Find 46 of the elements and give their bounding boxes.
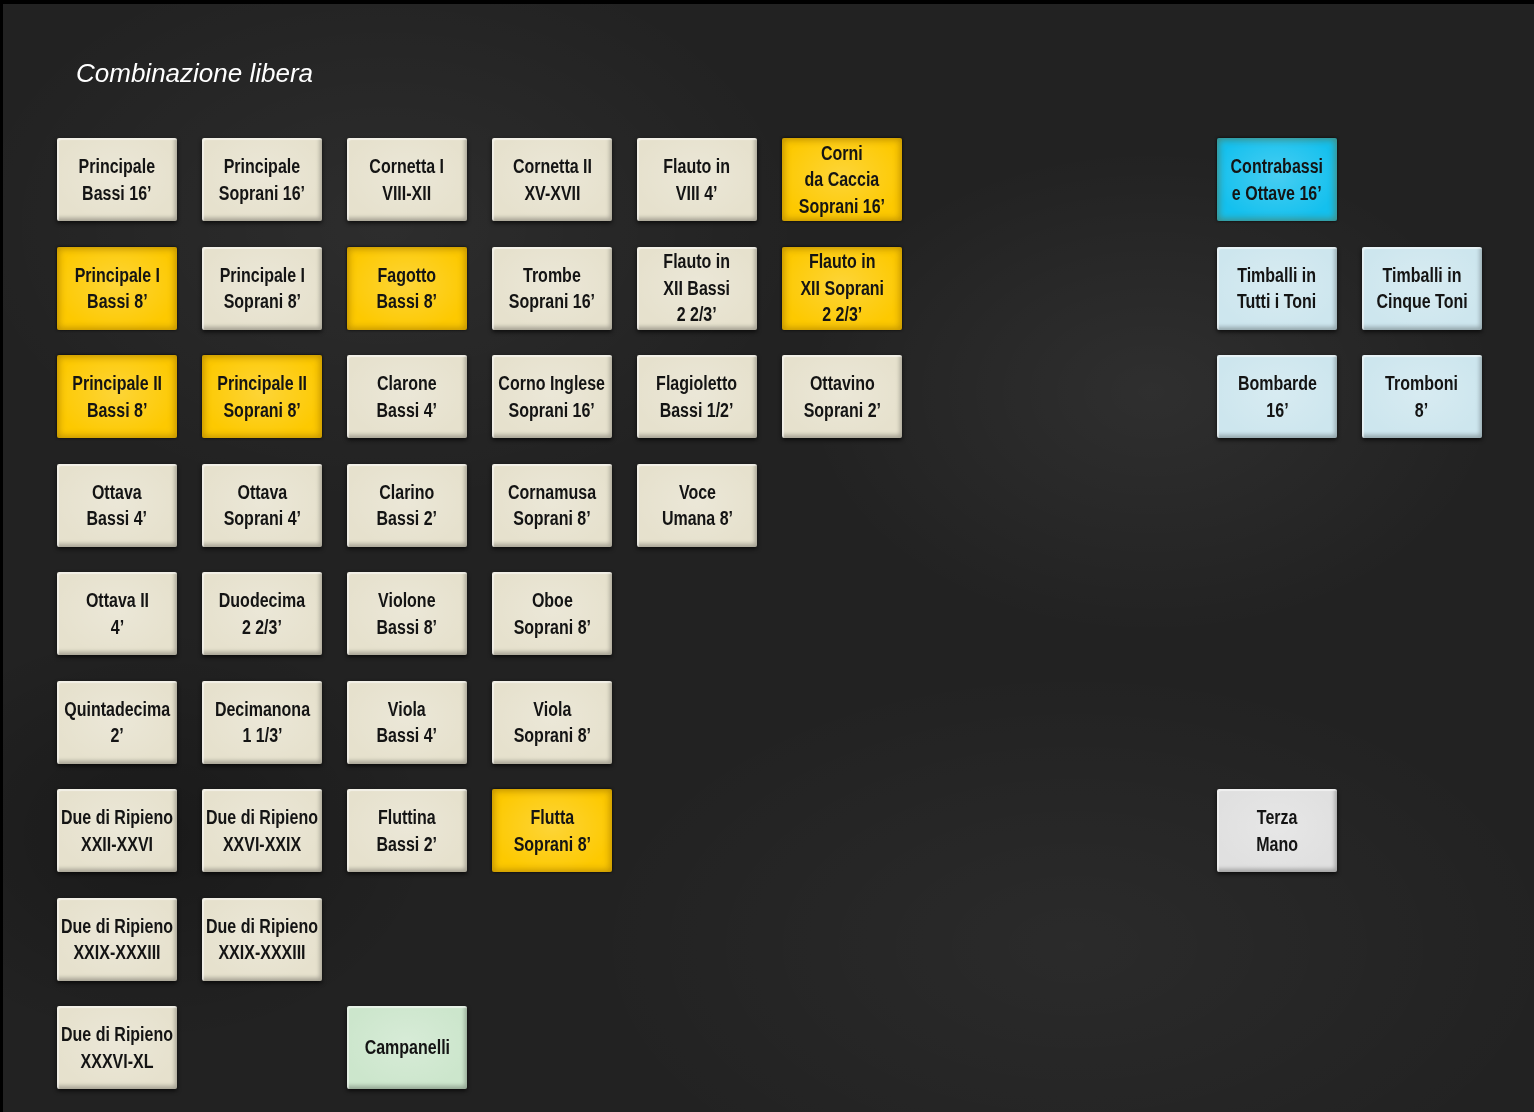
stop-button[interactable]: Due di Ripieno XXIX-XXXIII: [57, 897, 177, 981]
stop-button[interactable]: Bombarde 16’: [1217, 355, 1337, 438]
stop-button[interactable]: Violone Bassi 8’: [347, 572, 467, 655]
stop-button[interactable]: Corni da Caccia Soprani 16’: [782, 138, 902, 221]
stop-button[interactable]: Flutta Soprani 8’: [492, 789, 612, 872]
stop-button[interactable]: Principale Soprani 16’: [202, 138, 322, 221]
stop-button[interactable]: Ottavino Soprani 2’: [782, 355, 902, 438]
stop-button[interactable]: Timballi in Tutti i Toni: [1217, 246, 1337, 330]
stop-button[interactable]: Corno Inglese Soprani 16’: [492, 355, 612, 438]
stop-button[interactable]: Ottava Bassi 4’: [57, 463, 177, 547]
stop-button[interactable]: Flauto in XII Bassi 2 2/3’: [637, 246, 757, 330]
stop-button[interactable]: Ottava Soprani 4’: [202, 463, 322, 547]
stop-button[interactable]: Timballi in Cinque Toni: [1362, 246, 1482, 330]
page-title: Combinazione libera: [76, 57, 314, 90]
stop-button[interactable]: Cornamusa Soprani 8’: [492, 463, 612, 547]
stop-button[interactable]: Contrabassi e Ottave 16’: [1217, 138, 1337, 221]
stop-button[interactable]: Viola Soprani 8’: [492, 680, 612, 764]
stop-button[interactable]: Trombe Soprani 16’: [492, 246, 612, 330]
stop-button[interactable]: Due di Ripieno XXVI-XXIX: [202, 789, 322, 872]
stop-button[interactable]: Cornetta II XV-XVII: [492, 138, 612, 221]
stop-button[interactable]: Flauto in XII Soprani 2 2/3’: [782, 246, 902, 330]
stop-button[interactable]: Clarone Bassi 4’: [347, 355, 467, 438]
stop-button[interactable]: Duodecima 2 2/3’: [202, 572, 322, 655]
stop-button[interactable]: Ottava II 4’: [57, 572, 177, 655]
stop-button[interactable]: Cornetta I VIII-XII: [347, 138, 467, 221]
stop-button[interactable]: Due di Ripieno XXIX-XXXIII: [202, 897, 322, 981]
stop-button[interactable]: Due di Ripieno XXII-XXVI: [57, 789, 177, 872]
stop-button[interactable]: Quintadecima 2’: [57, 680, 177, 764]
stop-button[interactable]: Tromboni 8’: [1362, 355, 1482, 438]
stop-button[interactable]: Principale II Soprani 8’: [202, 355, 322, 438]
stop-button[interactable]: Flagioletto Bassi 1/2’: [637, 355, 757, 438]
stop-button[interactable]: Clarino Bassi 2’: [347, 463, 467, 547]
stop-button[interactable]: Principale I Bassi 8’: [57, 246, 177, 330]
stop-button[interactable]: Decimanona 1 1/3’: [202, 680, 322, 764]
stop-button[interactable]: Terza Mano: [1217, 789, 1337, 872]
stop-button[interactable]: Fluttina Bassi 2’: [347, 789, 467, 872]
stop-button[interactable]: Campanelli: [347, 1006, 467, 1089]
stop-button[interactable]: Oboe Soprani 8’: [492, 572, 612, 655]
stop-button[interactable]: Due di Ripieno XXXVI-XL: [57, 1006, 177, 1089]
stop-button[interactable]: Fagotto Bassi 8’: [347, 246, 467, 330]
stop-button[interactable]: Flauto in VIII 4’: [637, 138, 757, 221]
stop-button[interactable]: Principale II Bassi 8’: [57, 355, 177, 438]
stop-button[interactable]: Voce Umana 8’: [637, 463, 757, 547]
stop-button[interactable]: Principale I Soprani 8’: [202, 246, 322, 330]
stop-button[interactable]: Principale Bassi 16’: [57, 138, 177, 221]
stop-button[interactable]: Viola Bassi 4’: [347, 680, 467, 764]
